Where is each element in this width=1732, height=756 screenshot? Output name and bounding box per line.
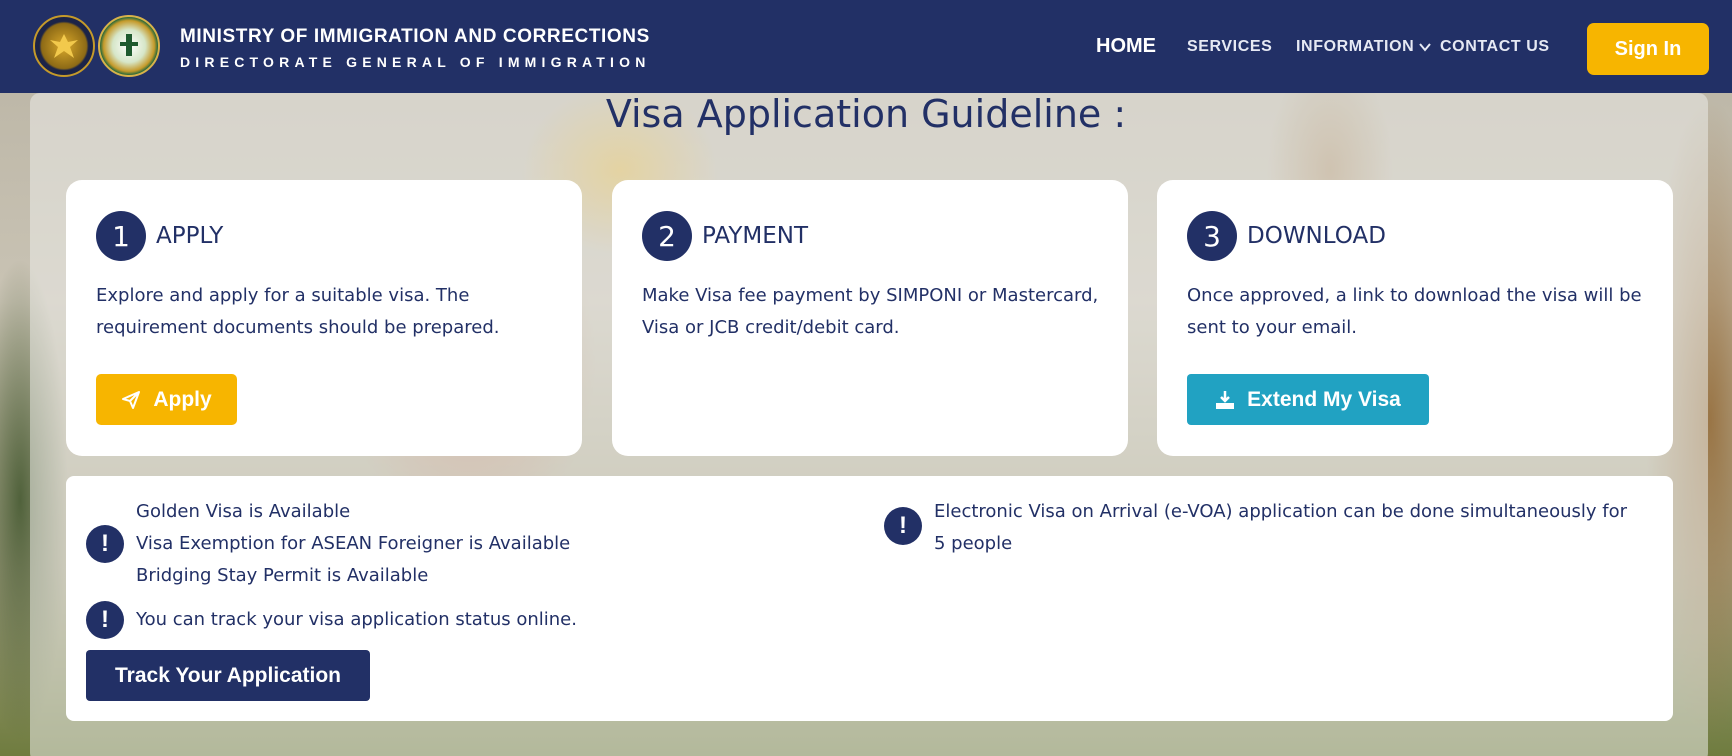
- extend-my-visa-label: Extend My Visa: [1247, 387, 1401, 411]
- ministry-name: MINISTRY OF IMMIGRATION AND CORRECTIONS: [180, 26, 650, 47]
- paper-plane-icon: [122, 390, 141, 409]
- eagle-icon: [50, 34, 78, 58]
- notice-box: ! Golden Visa is Available Visa Exemptio…: [66, 476, 1673, 721]
- immigration-logo[interactable]: [98, 15, 160, 77]
- bridging-stay-notice: Bridging Stay Permit is Available: [136, 565, 429, 586]
- apply-button-label: Apply: [153, 387, 212, 411]
- asean-exemption-notice: Visa Exemption for ASEAN Foreigner is Av…: [136, 533, 571, 554]
- immigration-emblem-icon: [120, 34, 138, 56]
- step-title: DOWNLOAD: [1247, 223, 1386, 249]
- step-title: APPLY: [156, 223, 224, 249]
- nav-services[interactable]: SERVICES: [1187, 0, 1272, 93]
- top-navbar: MINISTRY OF IMMIGRATION AND CORRECTIONS …: [0, 0, 1732, 93]
- nav-home[interactable]: HOME: [1096, 0, 1156, 93]
- nav-information[interactable]: INFORMATION: [1296, 0, 1432, 93]
- step-number-badge: 1: [96, 211, 146, 261]
- track-application-button[interactable]: Track Your Application: [86, 650, 370, 701]
- page-title: Visa Application Guideline :: [605, 92, 1127, 136]
- step-card-payment: 2 PAYMENT Make Visa fee payment by SIMPO…: [612, 180, 1128, 456]
- apply-button[interactable]: Apply: [96, 374, 237, 425]
- nav-information-label: INFORMATION: [1296, 37, 1415, 55]
- exclamation-icon: !: [86, 601, 124, 639]
- nav-contact-us[interactable]: CONTACT US: [1440, 0, 1550, 93]
- step-title: PAYMENT: [702, 223, 809, 249]
- golden-visa-notice: Golden Visa is Available: [136, 501, 351, 522]
- step-number-badge: 3: [1187, 211, 1237, 261]
- directorate-name: DIRECTORATE GENERAL OF IMMIGRATION: [180, 54, 651, 70]
- extend-my-visa-button[interactable]: Extend My Visa: [1187, 374, 1429, 425]
- availability-notice: Golden Visa is Available Visa Exemption …: [136, 496, 570, 592]
- step-card-download: 3 DOWNLOAD Once approved, a link to down…: [1157, 180, 1673, 456]
- brand-block: MINISTRY OF IMMIGRATION AND CORRECTIONS …: [180, 26, 651, 70]
- track-status-notice: You can track your visa application stat…: [136, 609, 577, 630]
- step-description: Make Visa fee payment by SIMPONI or Mast…: [642, 285, 1099, 338]
- step-card-apply: 1 APPLY Explore and apply for a suitable…: [66, 180, 582, 456]
- download-icon: [1216, 390, 1235, 409]
- step-number-badge: 2: [642, 211, 692, 261]
- sign-in-button[interactable]: Sign In: [1587, 23, 1709, 75]
- garuda-emblem-logo[interactable]: [33, 15, 95, 77]
- exclamation-icon: !: [884, 507, 922, 545]
- chevron-down-icon: [1419, 42, 1432, 52]
- step-description: Once approved, a link to download the vi…: [1187, 285, 1642, 338]
- evoa-notice: Electronic Visa on Arrival (e-VOA) appli…: [934, 501, 1628, 554]
- step-description: Explore and apply for a suitable visa. T…: [96, 285, 500, 338]
- exclamation-icon: !: [86, 525, 124, 563]
